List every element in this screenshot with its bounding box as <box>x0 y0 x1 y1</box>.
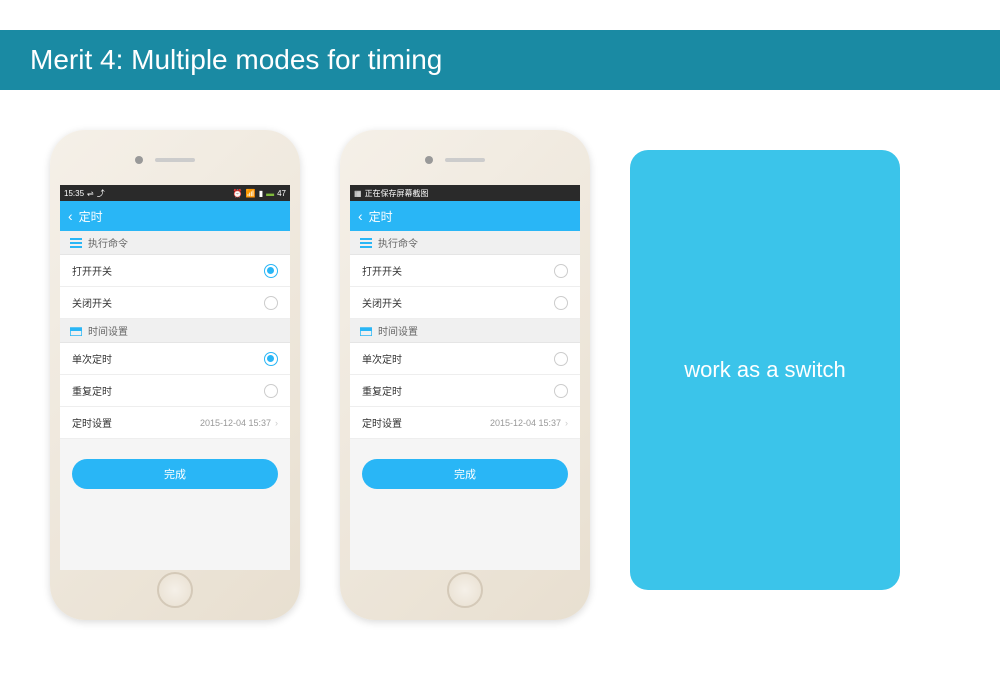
option-open-switch[interactable]: 打开开关 <box>350 255 580 287</box>
time-value: 2015-12-04 15:37 <box>200 418 271 428</box>
section-label: 执行命令 <box>378 235 418 250</box>
status-right: ⏰ 📶 ▮ ▬ 47 <box>233 189 286 198</box>
list-icon <box>360 238 372 248</box>
done-button[interactable]: 完成 <box>72 459 278 489</box>
option-single-timer[interactable]: 单次定时 <box>350 343 580 375</box>
app-title: 定时 <box>369 208 393 225</box>
radio-icon[interactable] <box>554 384 568 398</box>
item-right: 2015-12-04 15:37 › <box>490 418 568 428</box>
option-close-switch[interactable]: 关闭开关 <box>350 287 580 319</box>
list-icon <box>70 238 82 248</box>
time-value: 2015-12-04 15:37 <box>490 418 561 428</box>
phone-speaker <box>155 158 195 162</box>
done-label: 完成 <box>164 466 186 482</box>
phone-screen-2: ▦ 正在保存屏幕截图 ‹ 定时 执行命令 打开开关 关闭开关 <box>350 185 580 570</box>
radio-selected-icon[interactable] <box>264 264 278 278</box>
chevron-right-icon: › <box>565 418 568 428</box>
time-text: 15:35 <box>64 189 84 198</box>
phone-camera <box>135 156 143 164</box>
battery-icon: ▬ <box>266 189 274 198</box>
radio-icon[interactable] <box>554 352 568 366</box>
radio-icon[interactable] <box>554 296 568 310</box>
status-left: 15:35 ⇌ ⤴ <box>64 188 105 199</box>
done-button[interactable]: 完成 <box>362 459 568 489</box>
content-row: 15:35 ⇌ ⤴ ⏰ 📶 ▮ ▬ 47 ‹ 定时 执行命令 <box>0 90 1000 660</box>
option-label: 打开开关 <box>72 263 112 278</box>
option-label: 关闭开关 <box>362 295 402 310</box>
option-label: 打开开关 <box>362 263 402 278</box>
image-icon: ▦ <box>354 189 362 198</box>
home-button[interactable] <box>157 572 193 608</box>
home-button[interactable] <box>447 572 483 608</box>
option-timer-setting[interactable]: 定时设置 2015-12-04 15:37 › <box>60 407 290 439</box>
option-repeat-timer[interactable]: 重复定时 <box>60 375 290 407</box>
radio-icon[interactable] <box>264 296 278 310</box>
signal-icon: ▮ <box>259 189 263 198</box>
section-execute-command: 执行命令 <box>60 231 290 255</box>
app-title: 定时 <box>79 208 103 225</box>
section-label: 时间设置 <box>88 323 128 338</box>
header-title: Merit 4: Multiple modes for timing <box>30 44 442 76</box>
section-label: 执行命令 <box>88 235 128 250</box>
app-header[interactable]: ‹ 定时 <box>60 201 290 231</box>
option-label: 重复定时 <box>362 383 402 398</box>
option-label: 定时设置 <box>72 415 112 430</box>
option-repeat-timer[interactable]: 重复定时 <box>350 375 580 407</box>
phone-mockup-2: ▦ 正在保存屏幕截图 ‹ 定时 执行命令 打开开关 关闭开关 <box>340 130 590 620</box>
item-right: 2015-12-04 15:37 › <box>200 418 278 428</box>
switch-card-text: work as a switch <box>684 357 845 383</box>
switch-card: work as a switch <box>630 150 900 590</box>
option-label: 单次定时 <box>362 351 402 366</box>
alarm-icon: ⏰ <box>233 189 243 198</box>
radio-icon[interactable] <box>264 384 278 398</box>
section-label: 时间设置 <box>378 323 418 338</box>
section-execute-command: 执行命令 <box>350 231 580 255</box>
phone-mockup-1: 15:35 ⇌ ⤴ ⏰ 📶 ▮ ▬ 47 ‹ 定时 执行命令 <box>50 130 300 620</box>
option-close-switch[interactable]: 关闭开关 <box>60 287 290 319</box>
status-bar: 15:35 ⇌ ⤴ ⏰ 📶 ▮ ▬ 47 <box>60 185 290 201</box>
phone-screen-1: 15:35 ⇌ ⤴ ⏰ 📶 ▮ ▬ 47 ‹ 定时 执行命令 <box>60 185 290 570</box>
share-icon: ⤴ <box>97 188 105 199</box>
status-bar: ▦ 正在保存屏幕截图 <box>350 185 580 201</box>
option-timer-setting[interactable]: 定时设置 2015-12-04 15:37 › <box>350 407 580 439</box>
status-left: ▦ 正在保存屏幕截图 <box>354 188 429 199</box>
calendar-icon <box>70 326 82 336</box>
option-label: 关闭开关 <box>72 295 112 310</box>
calendar-icon <box>360 326 372 336</box>
phone-camera <box>425 156 433 164</box>
option-label: 单次定时 <box>72 351 112 366</box>
radio-selected-icon[interactable] <box>264 352 278 366</box>
chevron-right-icon: › <box>275 418 278 428</box>
option-label: 定时设置 <box>362 415 402 430</box>
app-header[interactable]: ‹ 定时 <box>350 201 580 231</box>
wifi-icon: 📶 <box>246 189 256 198</box>
back-icon[interactable]: ‹ <box>358 208 363 224</box>
section-time-settings: 时间设置 <box>350 319 580 343</box>
option-label: 重复定时 <box>72 383 112 398</box>
radio-icon[interactable] <box>554 264 568 278</box>
option-open-switch[interactable]: 打开开关 <box>60 255 290 287</box>
option-single-timer[interactable]: 单次定时 <box>60 343 290 375</box>
phone-speaker <box>445 158 485 162</box>
usb-icon: ⇌ <box>87 189 94 198</box>
section-time-settings: 时间设置 <box>60 319 290 343</box>
back-icon[interactable]: ‹ <box>68 208 73 224</box>
done-label: 完成 <box>454 466 476 482</box>
header-band: Merit 4: Multiple modes for timing <box>0 30 1000 90</box>
status-text: 正在保存屏幕截图 <box>365 188 429 199</box>
battery-text: 47 <box>277 189 286 198</box>
